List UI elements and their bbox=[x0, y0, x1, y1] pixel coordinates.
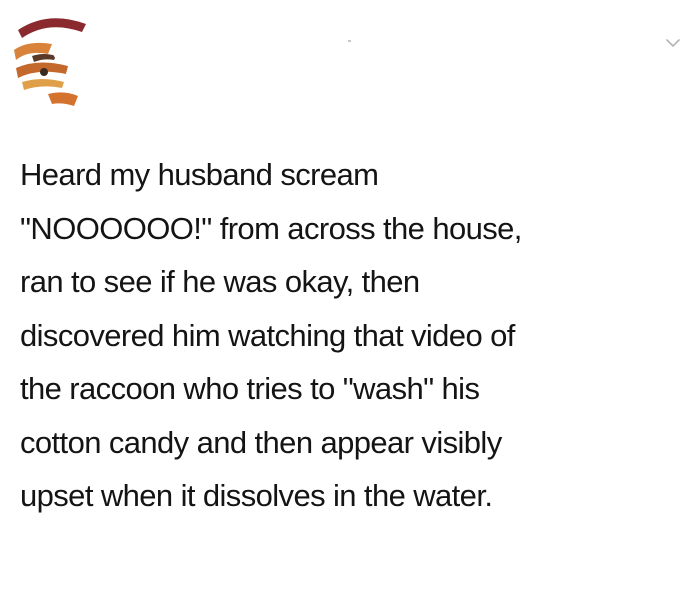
post-text-line: "NOOOOOO!" from across the house, bbox=[20, 210, 522, 246]
post-text-line: Heard my husband scream bbox=[20, 157, 379, 192]
chevron-down-icon[interactable] bbox=[666, 38, 680, 48]
divider-dot bbox=[348, 40, 351, 42]
user-avatar-icon[interactable] bbox=[8, 10, 108, 110]
post-card: Heard my husband scream "NOOOOOO!" from … bbox=[0, 0, 700, 596]
post-body: Heard my husband scream "NOOOOOO!" from … bbox=[20, 148, 680, 523]
post-text-line: cotton candy and then appear visibly bbox=[20, 424, 502, 460]
post-text-line: discovered him watching that video of bbox=[20, 317, 515, 353]
post-text-line: upset when it dissolves in the water. bbox=[20, 478, 493, 513]
post-text-line: the raccoon who tries to "wash" his bbox=[20, 371, 480, 406]
post-text-line: ran to see if he was okay, then bbox=[20, 264, 420, 299]
